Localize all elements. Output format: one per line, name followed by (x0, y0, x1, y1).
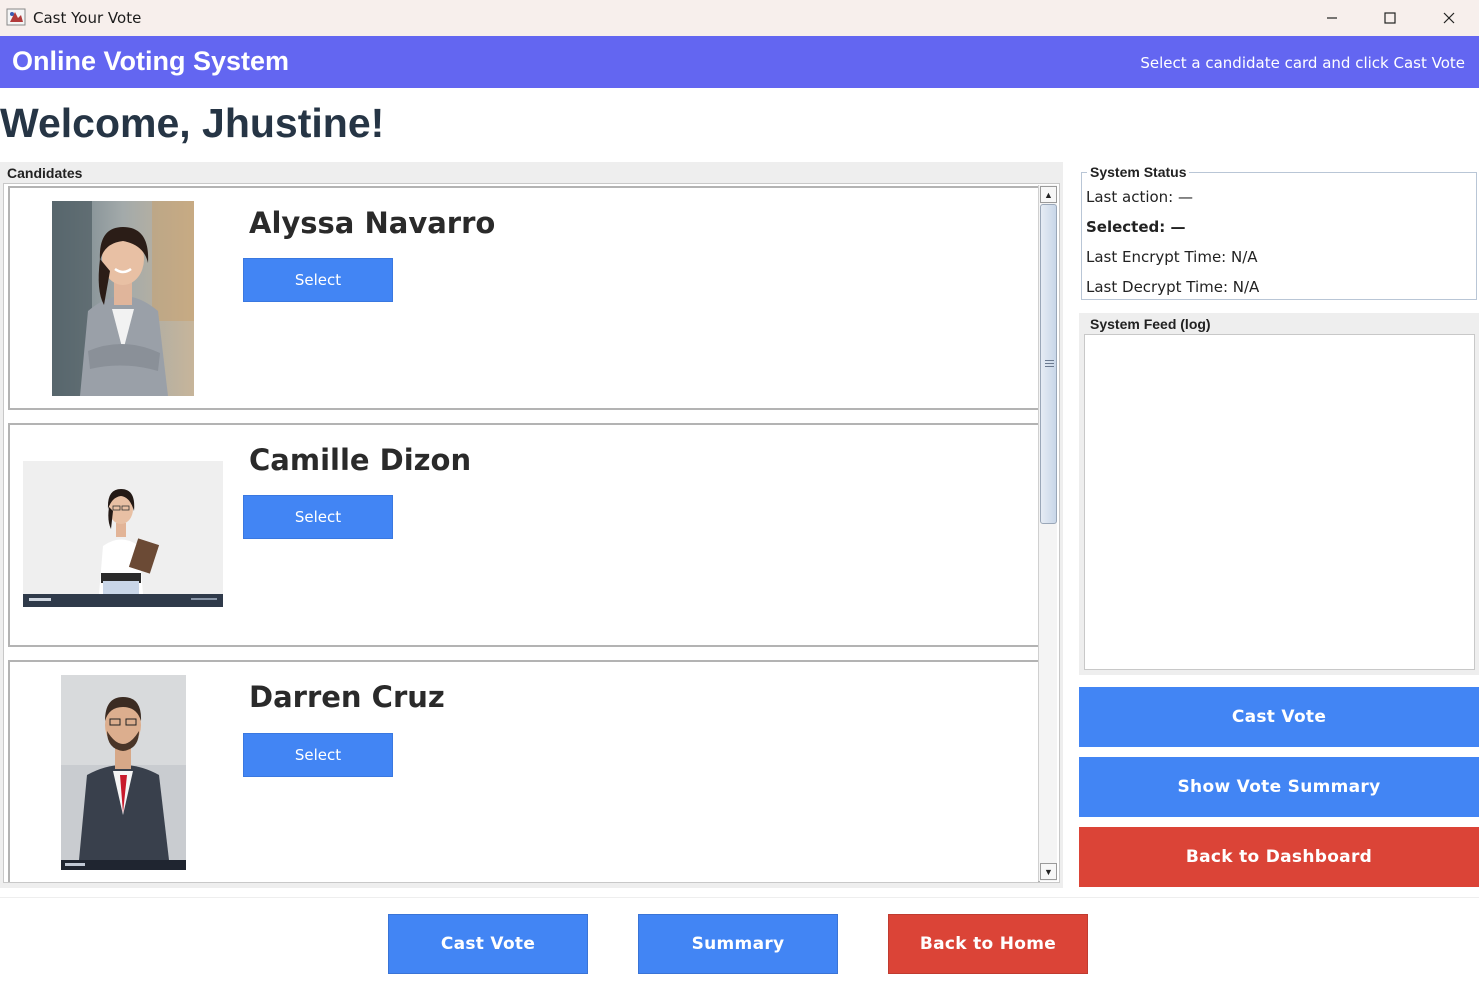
candidate-name: Darren Cruz (249, 680, 445, 714)
system-status-legend: System Status (1087, 164, 1190, 180)
woman-tablet-photo (23, 461, 223, 607)
window-titlebar: Cast Your Vote (0, 0, 1479, 36)
maximize-icon (1384, 12, 1396, 24)
candidate-card[interactable]: Alyssa Navarro Select (8, 186, 1040, 410)
back-to-dashboard-button[interactable]: Back to Dashboard (1079, 827, 1479, 887)
java-cup-icon (6, 8, 26, 26)
bottom-cast-vote-button[interactable]: Cast Vote (388, 914, 588, 974)
candidates-scrollbar[interactable]: ▲ ▼ (1038, 185, 1057, 881)
man-suit-photo (61, 675, 186, 870)
header-hint: Select a candidate card and click Cast V… (1140, 54, 1465, 72)
scroll-thumb[interactable] (1040, 204, 1057, 524)
app-header: Online Voting System Select a candidate … (0, 36, 1479, 88)
back-to-home-button[interactable]: Back to Home (888, 914, 1088, 974)
maximize-button[interactable] (1361, 0, 1419, 36)
candidates-scroll-area[interactable]: Alyssa Navarro Select Camille Dizon Sele… (3, 183, 1060, 883)
system-feed-log[interactable] (1084, 334, 1475, 670)
last-action-text: Last action: — (1086, 188, 1194, 206)
candidate-card[interactable]: Camille Dizon Select (8, 423, 1040, 647)
candidate-name: Camille Dizon (249, 443, 472, 477)
app-title: Online Voting System (12, 46, 290, 76)
welcome-heading: Welcome, Jhustine! (0, 100, 385, 146)
selected-text: Selected: — (1086, 218, 1186, 236)
close-button[interactable] (1420, 0, 1478, 36)
select-button[interactable]: Select (243, 733, 393, 777)
select-button[interactable]: Select (243, 495, 393, 539)
side-cast-vote-button[interactable]: Cast Vote (1079, 687, 1479, 747)
scroll-up-arrow-icon[interactable]: ▲ (1040, 186, 1057, 203)
scroll-grip-icon (1045, 360, 1054, 367)
minimize-icon (1327, 17, 1337, 19)
window-title: Cast Your Vote (33, 9, 142, 27)
encrypt-time-text: Last Encrypt Time: N/A (1086, 248, 1258, 266)
candidates-legend: Candidates (7, 165, 83, 181)
system-feed-legend: System Feed (log) (1090, 316, 1214, 332)
bottom-summary-button[interactable]: Summary (638, 914, 838, 974)
scroll-down-arrow-icon[interactable]: ▼ (1040, 863, 1057, 880)
decrypt-time-text: Last Decrypt Time: N/A (1086, 278, 1260, 296)
select-button[interactable]: Select (243, 258, 393, 302)
candidate-name: Alyssa Navarro (249, 206, 496, 240)
close-icon (1443, 12, 1455, 24)
woman-blazer-photo (52, 201, 194, 396)
candidate-card[interactable]: Darren Cruz Select (8, 660, 1040, 882)
minimize-button[interactable] (1303, 0, 1361, 36)
show-vote-summary-button[interactable]: Show Vote Summary (1079, 757, 1479, 817)
